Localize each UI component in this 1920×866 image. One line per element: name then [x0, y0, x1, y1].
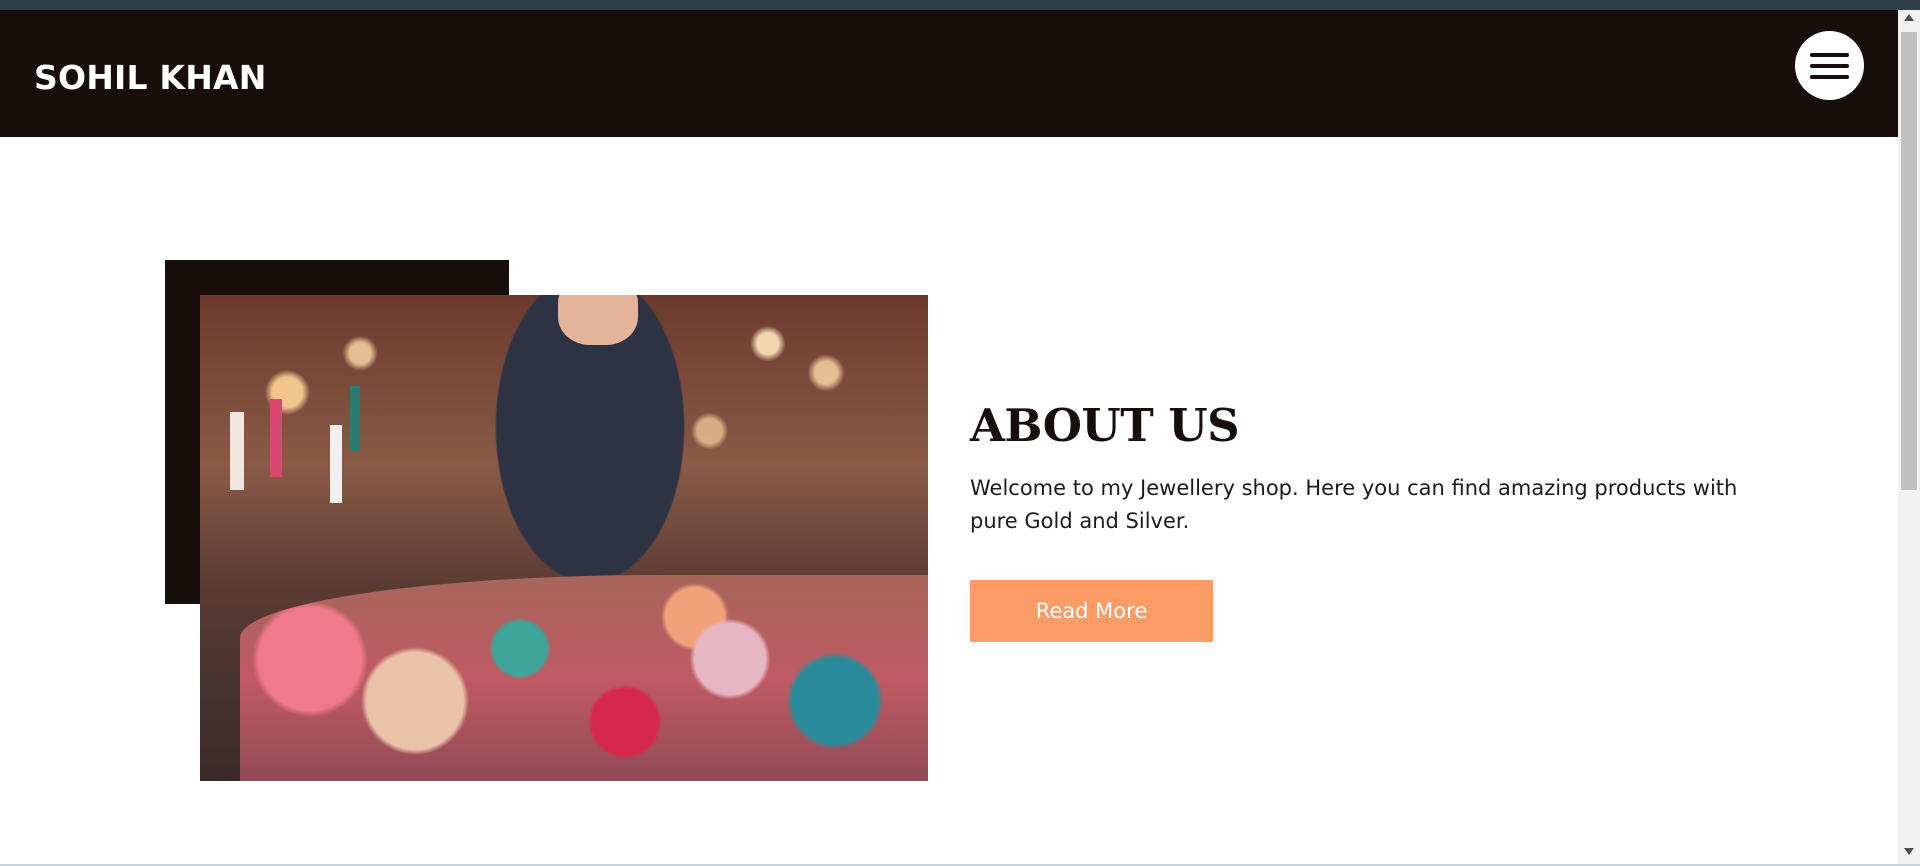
hanging-tassels-image-detail — [210, 295, 360, 555]
about-description: Welcome to my Jewellery shop. Here you c… — [970, 476, 1738, 533]
hamburger-menu-icon — [1810, 52, 1849, 57]
scroll-down-arrow-icon[interactable] — [1904, 848, 1914, 855]
scroll-up-arrow-icon[interactable] — [1904, 14, 1914, 21]
shopper-face-image-detail — [558, 295, 638, 345]
brand-logo-text[interactable]: SOHIL KHAN — [34, 58, 267, 97]
jewellery-shop-photo — [200, 295, 928, 781]
about-text-block: ABOUT US Welcome to my Jewellery shop. H… — [970, 399, 1770, 538]
navbar: SOHIL KHAN — [0, 10, 1898, 137]
read-more-button[interactable]: Read More — [970, 580, 1213, 642]
hamburger-menu-icon-bar-3 — [1810, 74, 1849, 79]
vertical-scrollbar[interactable] — [1898, 10, 1920, 864]
about-section: ABOUT US Welcome to my Jewellery shop. H… — [0, 137, 1898, 864]
jewellery-table-image-detail — [240, 575, 928, 781]
about-title: ABOUT US — [970, 399, 1240, 452]
hamburger-menu-icon-bar-2 — [1810, 63, 1849, 68]
scroll-thumb[interactable] — [1901, 32, 1917, 490]
browser-top-strip — [0, 0, 1920, 10]
hamburger-menu-button[interactable] — [1795, 31, 1864, 100]
